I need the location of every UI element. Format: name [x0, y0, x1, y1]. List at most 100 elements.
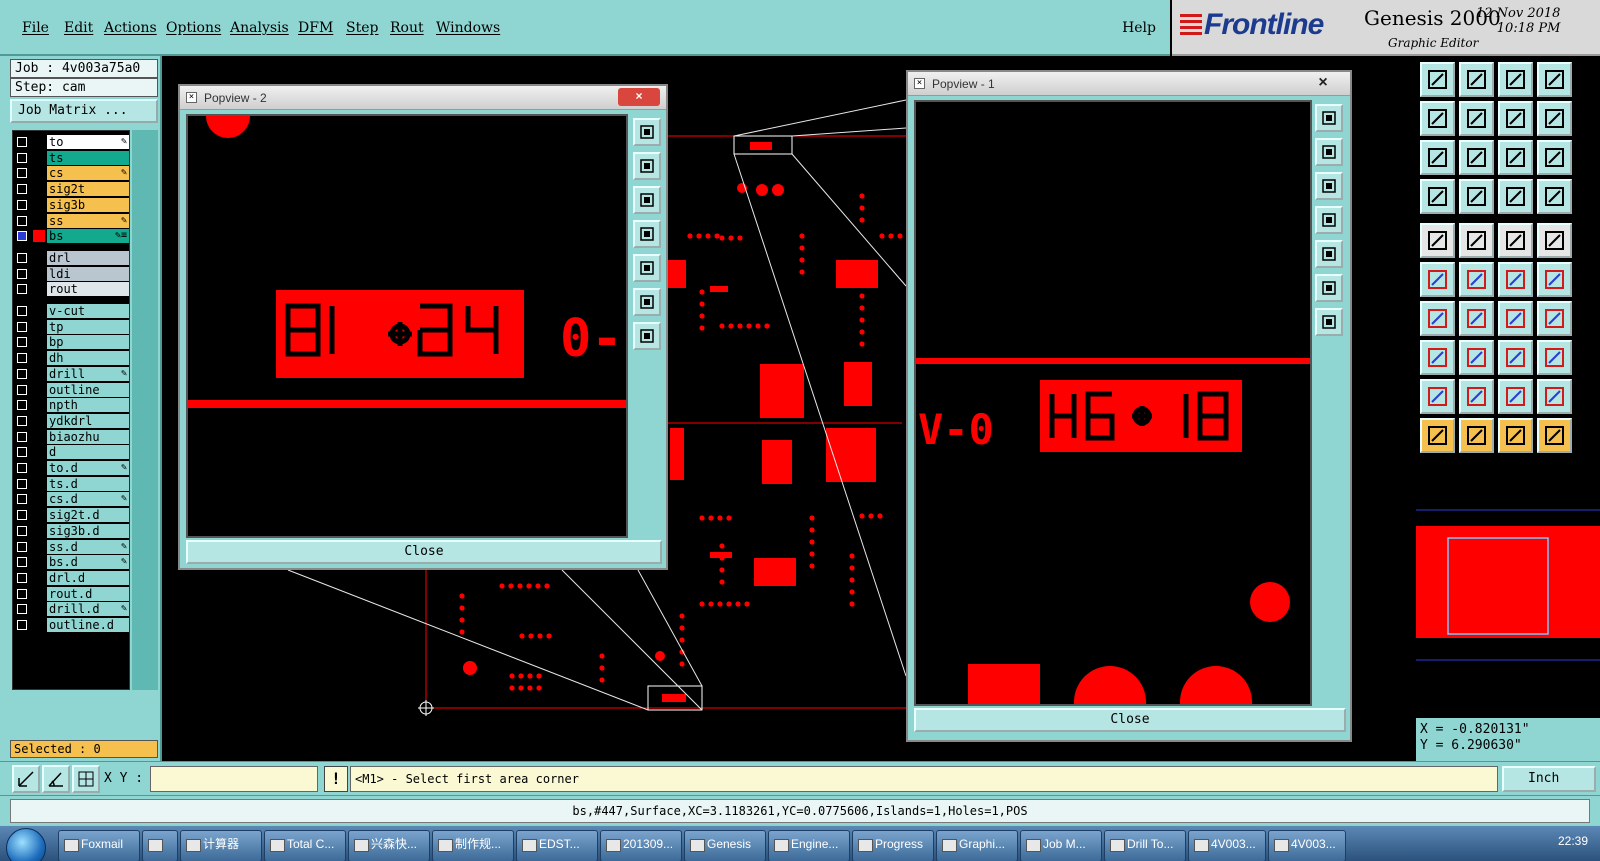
taskbar-item[interactable]: Job M...: [1020, 830, 1102, 861]
move-tool-button[interactable]: [1498, 262, 1533, 297]
taskbar-item[interactable]: 兴森快...: [348, 830, 430, 861]
taskbar-item[interactable]: 计算器: [180, 830, 262, 861]
layer-checkbox[interactable]: [17, 620, 27, 630]
popview-1-close-button[interactable]: Close: [914, 708, 1346, 732]
taskbar-item[interactable]: Genesis: [684, 830, 766, 861]
warning-button[interactable]: !: [324, 766, 348, 792]
layer-checkbox[interactable]: [17, 231, 27, 242]
layer-checkbox[interactable]: [17, 431, 27, 442]
fit-tool-button[interactable]: [1420, 140, 1455, 175]
xy-input[interactable]: [150, 766, 318, 792]
layer-row-d[interactable]: d: [13, 445, 131, 460]
layer-checkbox[interactable]: [17, 572, 27, 583]
pan-up-button[interactable]: [1315, 138, 1343, 166]
layer-checkbox[interactable]: [17, 463, 27, 473]
popview-2-titlebar[interactable]: × Popview - 2 ×: [180, 86, 666, 110]
taskbar-item[interactable]: EDST...: [516, 830, 598, 861]
cursor-tool-button[interactable]: [1498, 418, 1533, 453]
split-tool-button[interactable]: [1459, 340, 1494, 375]
taskbar-item[interactable]: Drill To...: [1104, 830, 1186, 861]
help-tool-button[interactable]: [1537, 140, 1572, 175]
zoom-left-tool-button[interactable]: [1420, 101, 1455, 136]
zoom-in-button[interactable]: [1315, 274, 1343, 302]
tools-tool-button[interactable]: [1420, 179, 1455, 214]
layer-checkbox[interactable]: [17, 368, 27, 379]
zoom-out-button[interactable]: [633, 322, 661, 350]
popview-2-close-x-button[interactable]: ×: [618, 88, 660, 106]
arc-tool-button[interactable]: [1498, 301, 1533, 336]
unit-toggle-button[interactable]: Inch: [1502, 766, 1596, 792]
layer-checkbox[interactable]: [17, 588, 27, 599]
triangle-tool-button[interactable]: [1420, 379, 1455, 414]
pan-left-button[interactable]: [633, 220, 661, 248]
scale-tool-button[interactable]: [1537, 101, 1572, 136]
circle-tool-button[interactable]: [1537, 223, 1572, 258]
pan-down-tool-button[interactable]: [1459, 62, 1494, 97]
layer-checkbox[interactable]: [17, 525, 27, 536]
layer-row-outline[interactable]: outline: [13, 382, 131, 397]
window-menu-icon[interactable]: ×: [914, 78, 925, 89]
layer-checkbox[interactable]: [17, 252, 27, 263]
layer-list-scrollbar[interactable]: [132, 130, 158, 690]
layer-checkbox[interactable]: [17, 337, 27, 348]
menu-rout[interactable]: Rout: [390, 20, 424, 36]
layer-checkbox[interactable]: [17, 199, 27, 210]
taskbar-item[interactable]: 制作规...: [432, 830, 514, 861]
layer-row-npth[interactable]: npth: [13, 398, 131, 413]
layer-checkbox[interactable]: [17, 184, 27, 195]
layer-checkbox[interactable]: [17, 478, 27, 489]
pan-up-button[interactable]: [633, 152, 661, 180]
net2-tool-button[interactable]: [1537, 179, 1572, 214]
popview-1-view[interactable]: V-0: [914, 100, 1312, 706]
layer-checkbox[interactable]: [17, 306, 27, 316]
layer-row-drl-d[interactable]: drl.d: [13, 570, 131, 585]
layer-checkbox[interactable]: [17, 152, 27, 163]
layer-row-drill[interactable]: drill ✎: [13, 366, 131, 381]
rotate-tool-button[interactable]: [1537, 262, 1572, 297]
layer-row-bp[interactable]: bp: [13, 335, 131, 350]
connect-tool-button[interactable]: [1420, 262, 1455, 297]
layer-row-tp[interactable]: tp: [13, 319, 131, 334]
layer-checkbox[interactable]: [17, 400, 27, 411]
ruler-tool-button[interactable]: [1498, 223, 1533, 258]
layer-row-sig3b[interactable]: sig3b: [13, 197, 131, 212]
pan-right-button[interactable]: [633, 254, 661, 282]
start-button[interactable]: [6, 828, 46, 861]
probe-tool-button[interactable]: [1459, 179, 1494, 214]
polygon-tool-button[interactable]: [1498, 379, 1533, 414]
pan-left-button[interactable]: [1315, 206, 1343, 234]
snap-center-tool-button[interactable]: [1420, 223, 1455, 258]
pad-tool-button[interactable]: [1420, 340, 1455, 375]
popview-1-window[interactable]: × Popview - 1 × V-0 Close: [906, 70, 1352, 742]
taskbar-item[interactable]: 4V003...: [1188, 830, 1266, 861]
popview-2-close-button[interactable]: Close: [186, 540, 662, 564]
layer-checkbox[interactable]: [17, 415, 27, 426]
layer-row-drl[interactable]: drl: [13, 250, 131, 265]
pin-tool-button[interactable]: [1459, 379, 1494, 414]
layer-row-cs-d[interactable]: cs.d ✎: [13, 492, 131, 507]
layer-row-biaozhu[interactable]: biaozhu: [13, 429, 131, 444]
grid-toggle-button[interactable]: [72, 765, 100, 793]
layer-checkbox[interactable]: [17, 321, 27, 332]
layer-row-to[interactable]: to ✎: [13, 135, 131, 149]
select-area-tool-button[interactable]: [1459, 223, 1494, 258]
snap-grid-button[interactable]: [12, 765, 40, 793]
zoom-fit-button[interactable]: [633, 118, 661, 146]
layer-checkbox[interactable]: [17, 494, 27, 505]
menu-help[interactable]: Help: [1122, 20, 1156, 36]
view-tool-button[interactable]: [1537, 62, 1572, 97]
taskbar-item[interactable]: Engine...: [768, 830, 850, 861]
taskbar-item[interactable]: 201309...: [600, 830, 682, 861]
layer-row-ydkdrl[interactable]: ydkdrl: [13, 413, 131, 428]
layer-checkbox[interactable]: [17, 510, 27, 521]
layer-row-dh[interactable]: dh: [13, 351, 131, 366]
layer-row-v-cut[interactable]: v-cut: [13, 304, 131, 318]
layer-checkbox[interactable]: [17, 541, 27, 552]
delete-tool-button[interactable]: [1459, 262, 1494, 297]
layer-row-sig2t-d[interactable]: sig2t.d: [13, 508, 131, 523]
popview-1-close-x-button[interactable]: ×: [1302, 74, 1344, 92]
layer-checkbox[interactable]: [17, 604, 27, 615]
layer-checkbox[interactable]: [17, 384, 27, 395]
pan-right-button[interactable]: [1315, 240, 1343, 268]
layer-row-sig3b-d[interactable]: sig3b.d: [13, 523, 131, 538]
